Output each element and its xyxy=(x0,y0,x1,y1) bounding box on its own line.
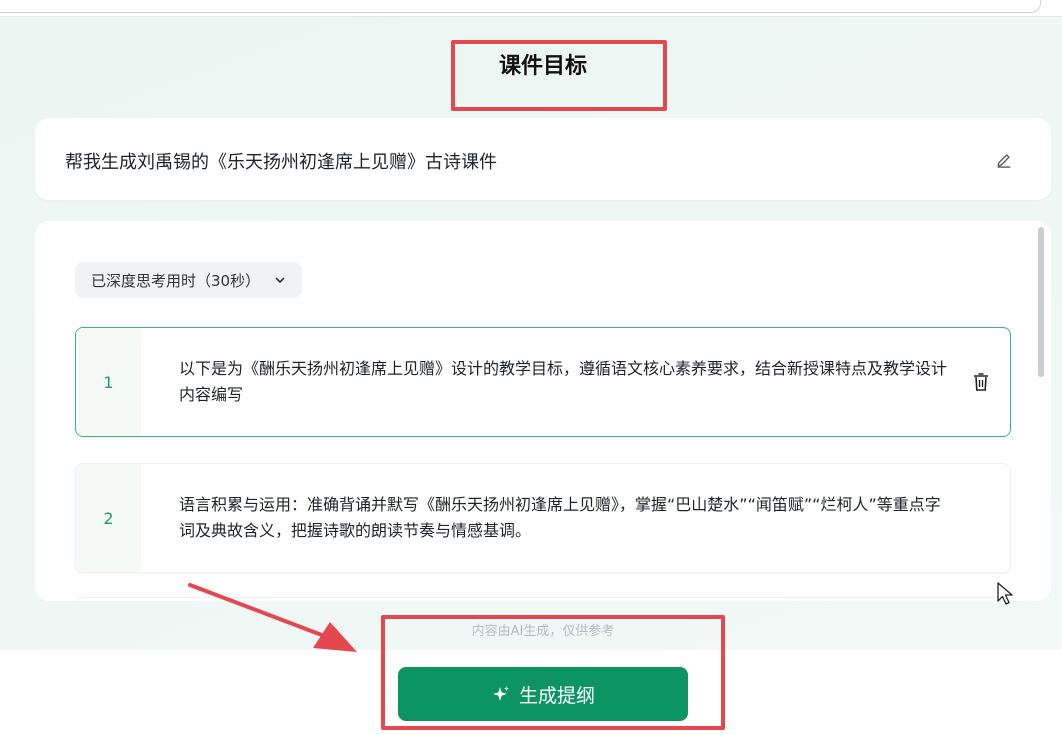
annotation-box-title xyxy=(451,40,667,111)
scrollbar[interactable] xyxy=(1038,227,1044,377)
objective-text[interactable]: 以下是为《酬乐天扬州初逢席上见赠》设计的教学目标，遵循语文核心素养要求，结合新授… xyxy=(179,328,949,436)
objectives-panel: 已深度思考用时（30秒） 1 以下是为《酬乐天扬州初逢席上见赠》设计的教学目标，… xyxy=(35,221,1051,601)
objective-item[interactable]: 1 以下是为《酬乐天扬州初逢席上见赠》设计的教学目标，遵循语文核心素养要求，结合… xyxy=(75,327,1011,437)
objective-text[interactable]: 语言积累与运用：准确背诵并默写《酬乐天扬州初逢席上见赠》，掌握“巴山楚水”“闻笛… xyxy=(179,464,949,572)
cursor-icon xyxy=(997,582,1013,605)
edit-icon[interactable] xyxy=(995,150,1013,168)
thinking-label: 已深度思考用时（30秒） xyxy=(91,271,261,290)
objective-index: 1 xyxy=(76,328,141,436)
objective-item[interactable]: 2 语言积累与运用：准确背诵并默写《酬乐天扬州初逢席上见赠》，掌握“巴山楚水”“… xyxy=(75,463,1011,573)
annotation-box-button xyxy=(381,615,725,730)
trash-icon[interactable] xyxy=(972,372,990,392)
objective-index: 2 xyxy=(76,464,141,572)
prompt-card: 帮我生成刘禹锡的《乐天扬州初逢席上见赠》古诗课件 xyxy=(35,118,1051,200)
browser-top-bar xyxy=(0,0,1062,17)
address-bar[interactable] xyxy=(0,0,1041,13)
thinking-toggle[interactable]: 已深度思考用时（30秒） xyxy=(75,262,303,298)
chevron-down-icon xyxy=(275,277,285,284)
annotation-arrow-icon xyxy=(188,583,357,652)
prompt-text: 帮我生成刘禹锡的《乐天扬州初逢席上见赠》古诗课件 xyxy=(65,152,497,173)
